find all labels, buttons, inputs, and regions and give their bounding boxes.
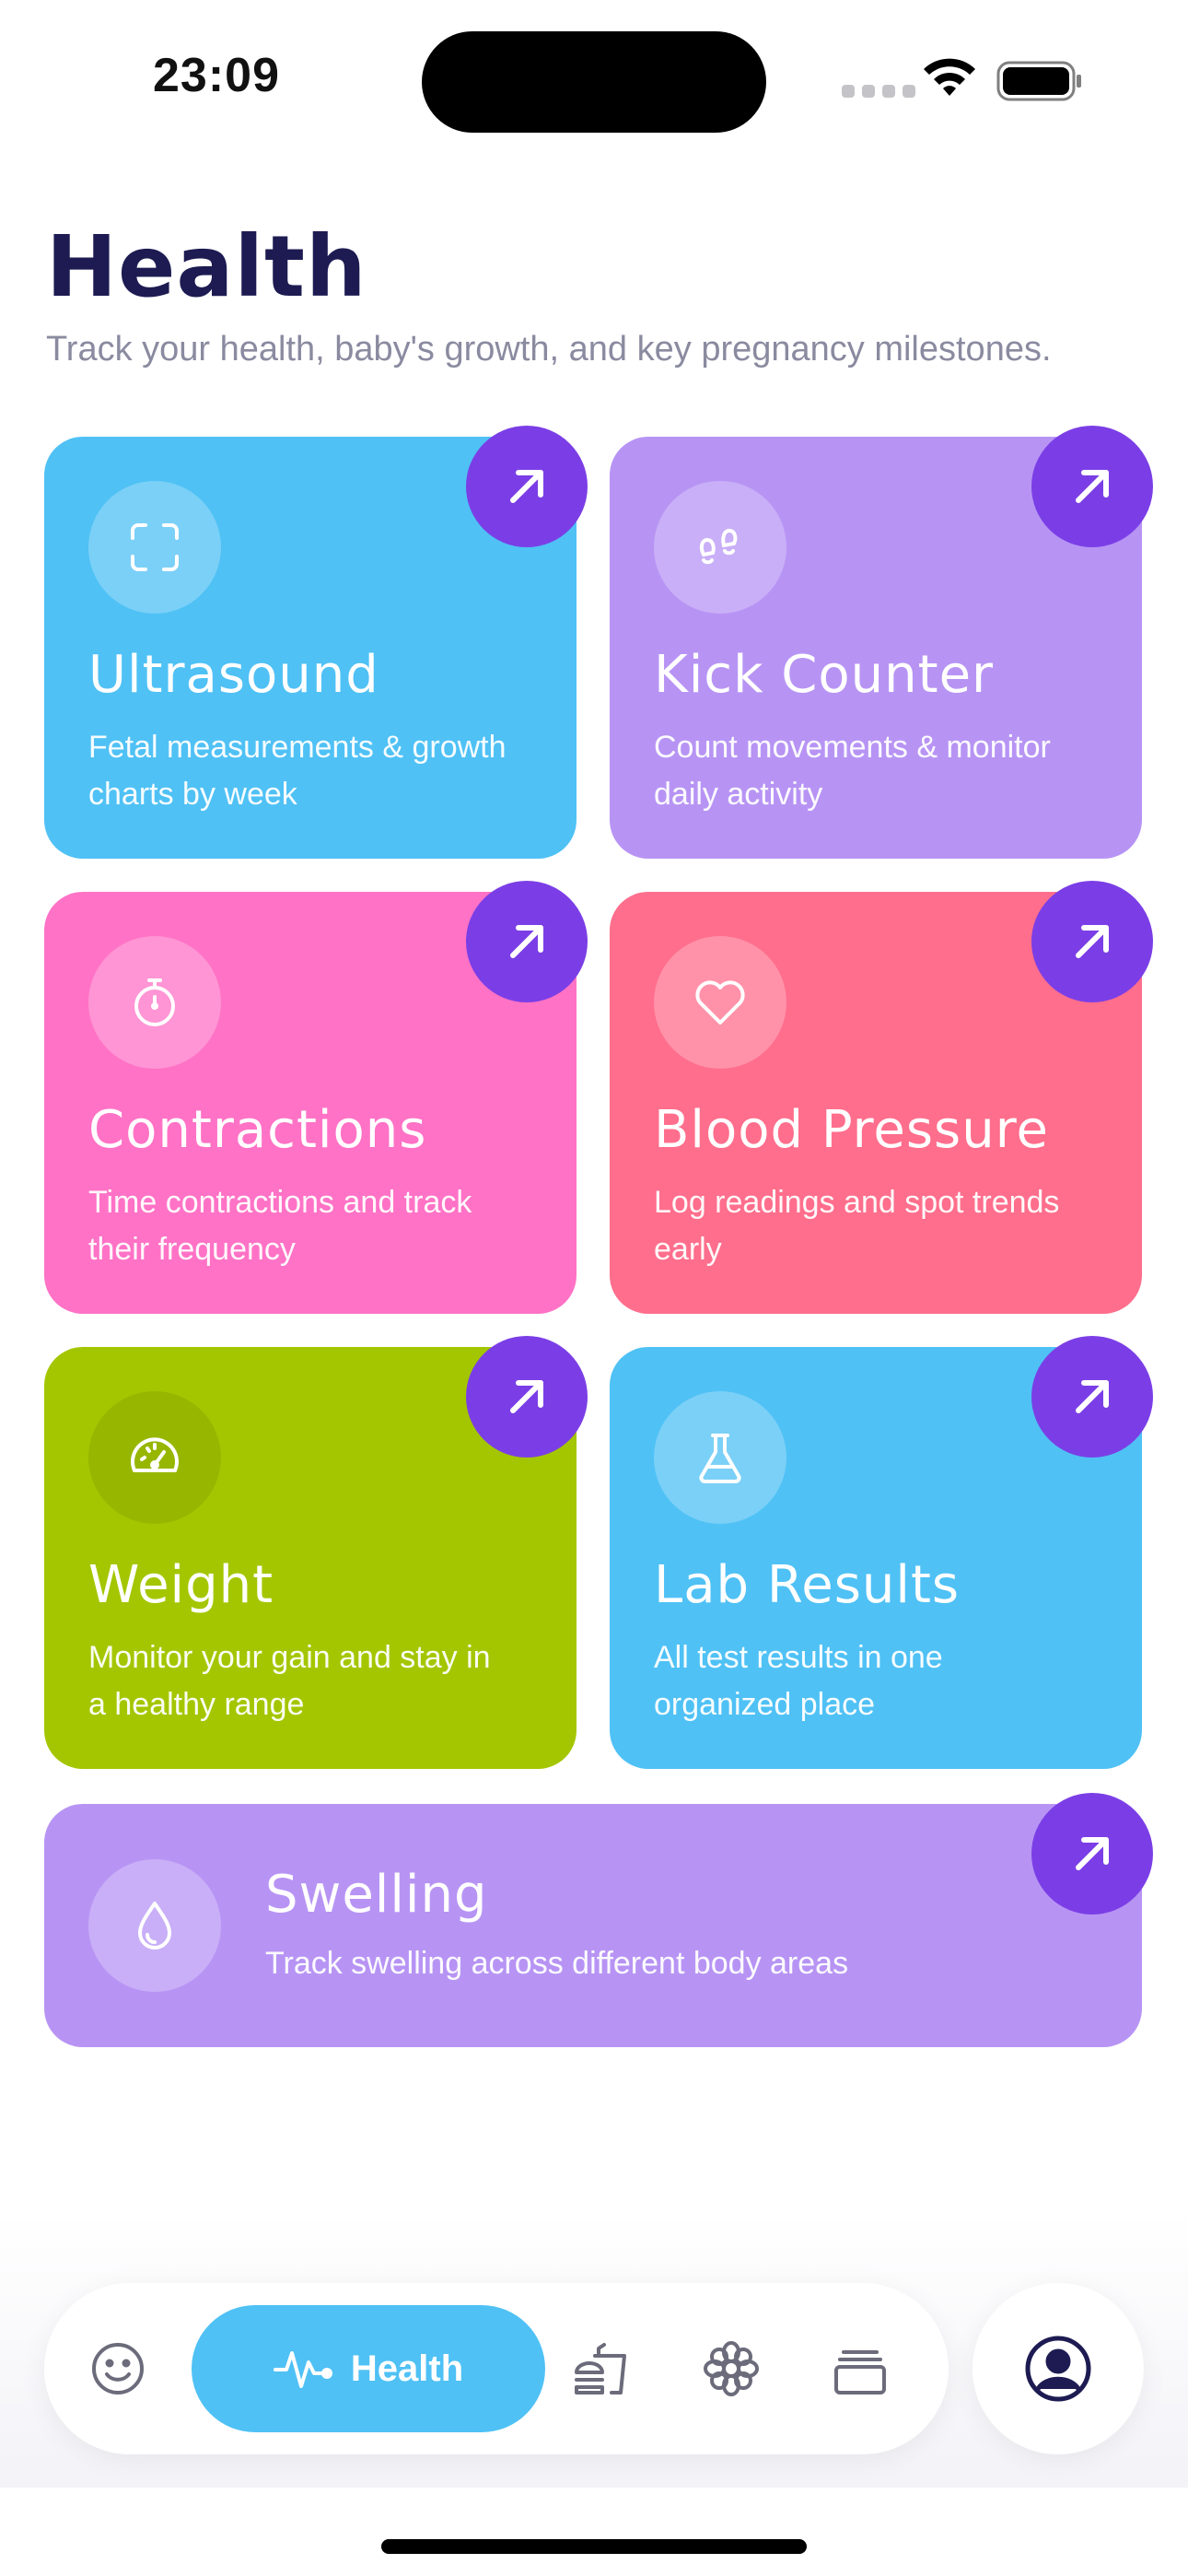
open-blood-pressure-button[interactable] [1031,881,1153,1002]
home-indicator[interactable] [381,2539,807,2554]
smiley-icon [92,2343,144,2395]
nav-item-nutrition[interactable] [568,2336,633,2401]
card-title: Weight [88,1555,274,1615]
flask-icon [699,1434,741,1483]
card-description: All test results in one organized place [654,1640,943,1722]
card-description: Count movements & monitor daily activity [654,730,1051,812]
kick-counter-icon-circle [654,481,786,614]
nav-health-label: Health [350,2348,464,2389]
pulse-icon [273,2351,332,2388]
status-time: 23:09 [153,49,280,102]
card-description: Fetal measurements & growth charts by we… [88,730,507,812]
card-description: Monitor your gain and stay in a healthy … [88,1640,491,1722]
cards-stack-icon [834,2350,886,2395]
open-ultrasound-button[interactable] [466,426,588,547]
burger-drink-icon [575,2343,626,2395]
card-description: Log readings and spot trends early [654,1185,1060,1267]
arrow-up-right-icon [510,470,543,503]
droplet-icon [138,1902,171,1950]
lab-results-icon-circle [654,1391,786,1524]
wifi-icon [924,58,975,96]
card-title: Swelling [265,1865,488,1925]
open-kick-counter-button[interactable] [1031,426,1153,547]
blood-pressure-icon-circle [654,936,786,1069]
battery-icon [996,61,1081,101]
heart-icon [695,980,745,1025]
card-blood-pressure[interactable]: Blood Pressure Log readings and spot tre… [610,881,1153,1314]
open-contractions-button[interactable] [466,881,588,1002]
card-title: Blood Pressure [654,1100,1049,1160]
card-swelling[interactable]: Swelling Track swelling across different… [44,1793,1153,2047]
card-weight[interactable]: Weight Monitor your gain and stay in a h… [44,1336,588,1769]
gauge-icon [131,1437,179,1472]
weight-icon-circle [88,1391,221,1524]
arrow-up-right-icon [510,1380,543,1413]
nav-item-health[interactable]: Health [192,2305,545,2432]
scan-icon [131,523,179,571]
nav-item-wellness[interactable] [699,2336,763,2401]
card-title: Lab Results [654,1555,961,1615]
page-subtitle: Track your health, baby's growth, and ke… [46,330,1052,369]
card-title: Contractions [88,1100,427,1160]
card-kick-counter[interactable]: Kick Counter Count movements & monitor d… [610,426,1153,859]
card-description: Time contractions and track their freque… [88,1185,472,1267]
card-ultrasound[interactable]: Ultrasound Fetal measurements & growth c… [44,426,588,859]
card-title: Kick Counter [654,645,995,705]
stopwatch-icon [134,978,175,1026]
card-contractions[interactable]: Contractions Time contractions and track… [44,881,588,1314]
arrow-up-right-icon [1076,1837,1109,1870]
open-weight-button[interactable] [466,1336,588,1458]
arrow-up-right-icon [1076,925,1109,958]
contractions-icon-circle [88,936,221,1069]
arrow-up-right-icon [510,925,543,958]
dynamic-island [422,31,766,133]
open-swelling-button[interactable] [1031,1793,1153,1914]
page-title: Health [46,217,367,316]
ultrasound-icon-circle [88,481,221,614]
open-lab-results-button[interactable] [1031,1336,1153,1458]
card-lab-results[interactable]: Lab Results All test results in one orga… [610,1336,1153,1769]
arrow-up-right-icon [1076,470,1109,503]
swelling-icon-circle [88,1859,221,1992]
cellular-signal-icon [842,85,915,98]
arrow-up-right-icon [1076,1380,1109,1413]
nav-item-mood[interactable] [86,2336,150,2401]
profile-button[interactable] [973,2283,1144,2454]
flower-icon [704,2341,759,2396]
profile-icon [1025,2336,1091,2402]
bottom-nav-bar: Health [44,2283,949,2454]
footprints-icon [699,528,738,565]
card-title: Ultrasound [88,645,379,705]
card-description: Track swelling across different body are… [265,1946,849,1981]
nav-item-library[interactable] [828,2336,892,2401]
